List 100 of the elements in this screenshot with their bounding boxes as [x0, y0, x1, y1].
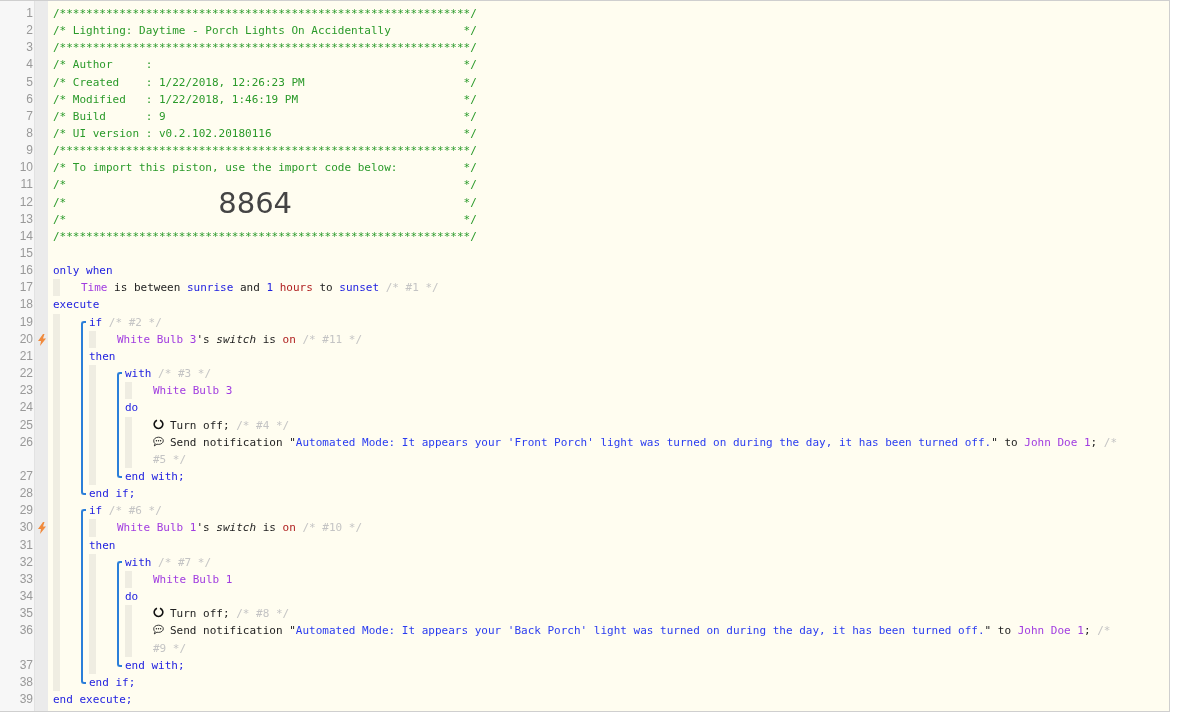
header-comment: /* Lighting: Daytime - Porch Lights On Accidentally [53, 23, 391, 40]
attribute-name: switch [216, 521, 257, 535]
comment-end: */ [463, 126, 477, 142]
code-comment: /* #3 */ [157, 367, 212, 381]
keyword: end with; [125, 658, 185, 672]
keyword: end if; [89, 487, 136, 501]
value-text: on [282, 332, 296, 346]
speech-bubble-icon [153, 624, 164, 636]
comment-end: */ [463, 23, 477, 40]
comment-end: */ [463, 211, 477, 228]
keyword: if [89, 315, 103, 329]
code-comment: /* #1 */ [384, 281, 439, 295]
header-comment: /**************************************************************/ [53, 40, 477, 57]
code-comment: /* #4 */ [235, 418, 290, 432]
line-number: 15 [18, 244, 33, 262]
line-number: 39 [18, 691, 33, 708]
line-number: 35 [18, 605, 33, 623]
line-number: 30 [18, 519, 33, 537]
code-comment: /* #11 */ [301, 332, 363, 346]
keyword: if [89, 504, 103, 518]
line-number: 2 [25, 22, 33, 40]
comment-end: */ [463, 177, 477, 194]
line-number: 12 [18, 193, 33, 211]
code-comment: /* #6 */ [107, 504, 162, 518]
keyword: with [125, 367, 152, 381]
code-comment: #5 */ [153, 452, 187, 466]
header-comment: /**************************************************************/ [53, 6, 477, 22]
keyword: do [125, 401, 139, 415]
keyword: only when [53, 264, 113, 278]
line-number: 22 [18, 365, 33, 383]
keyword: sunrise [187, 281, 234, 295]
header-comment: /* Modified : 1/22/2018, 1:46:19 PM [53, 91, 299, 108]
line-number: 23 [18, 382, 33, 400]
line-number: 10 [18, 159, 33, 177]
line-number: 32 [18, 553, 33, 571]
keyword: then [89, 349, 116, 363]
device-name: White Bulb 3 [117, 332, 197, 346]
comment-end: */ [463, 160, 477, 177]
keyword: do [125, 590, 139, 604]
line-number: 20 [18, 330, 33, 348]
line-number: 17 [18, 279, 33, 297]
line-number: 28 [18, 485, 33, 503]
header-comment: /* Author : [53, 57, 153, 74]
keyword: end with; [125, 470, 185, 483]
string-literal: Automated Mode: It appears your 'Front Porch' light was turned on during the day, it has been turned off. [295, 435, 992, 449]
device-name: Time [81, 281, 108, 295]
line-number: 3 [25, 39, 33, 57]
header-comment: /* [53, 211, 67, 228]
header-comment: /* Build : 9 [53, 108, 166, 125]
header-comment: /* [53, 177, 67, 194]
keyword: 1 [266, 281, 275, 295]
code-comment: /* [1097, 624, 1111, 638]
device-name: White Bulb 3 [153, 384, 233, 398]
comment-end: */ [463, 108, 477, 125]
header-comment: /* UI version : v0.2.102.20180116 [53, 126, 272, 142]
code-text: is between [113, 281, 182, 295]
line-number: 18 [18, 296, 33, 314]
device-name: John Doe 1 [1024, 435, 1091, 449]
import-code: 8864 [218, 194, 293, 212]
line-number: 7 [25, 107, 33, 125]
code-text: and [238, 281, 261, 295]
string-literal: Automated Mode: It appears your 'Back Porch' light was turned on during the day, it has been turned off. [295, 624, 985, 638]
code-text: 's [196, 521, 211, 535]
header-comment: /* [53, 194, 67, 211]
code-text: ; [1090, 435, 1099, 449]
value-text: on [282, 521, 296, 535]
line-number: 38 [18, 673, 33, 691]
code-text: " to [984, 624, 1013, 638]
code-text: is [261, 332, 277, 346]
code-comment: /* #2 */ [107, 315, 162, 329]
line-number: 31 [18, 536, 33, 554]
header-comment: /* Created : 1/22/2018, 12:26:23 PM [53, 74, 305, 91]
line-number: 1 [25, 5, 33, 22]
code-comment: /* #7 */ [157, 555, 212, 569]
comment-end: */ [463, 74, 477, 91]
comment-end: */ [463, 91, 477, 108]
comment-end: */ [463, 194, 477, 211]
code-comment: /* [1103, 435, 1118, 449]
code-comment: #9 */ [153, 641, 187, 655]
keyword: sunset [339, 281, 380, 295]
header-comment: /**************************************************************/ [53, 228, 477, 245]
code-text: ; [1083, 624, 1092, 638]
line-number: 21 [18, 347, 33, 365]
line-number: 25 [18, 416, 33, 434]
value-text: hours [279, 281, 313, 295]
line-number: 6 [25, 90, 33, 108]
line-number: 4 [25, 56, 33, 74]
line-number: 19 [18, 313, 33, 331]
line-number: 8 [25, 125, 33, 142]
header-comment: /**************************************************************/ [53, 143, 477, 160]
code-text: Turn off; [170, 418, 230, 432]
line-number: 24 [18, 399, 33, 417]
line-number: 36 [18, 622, 33, 640]
line-number: 14 [18, 227, 33, 245]
line-number: 13 [18, 210, 33, 228]
device-name: John Doe 1 [1017, 624, 1084, 638]
code-text: to [318, 281, 334, 295]
keyword: execute [53, 298, 100, 312]
comment-end: */ [463, 57, 477, 74]
keyword: with [125, 555, 152, 569]
